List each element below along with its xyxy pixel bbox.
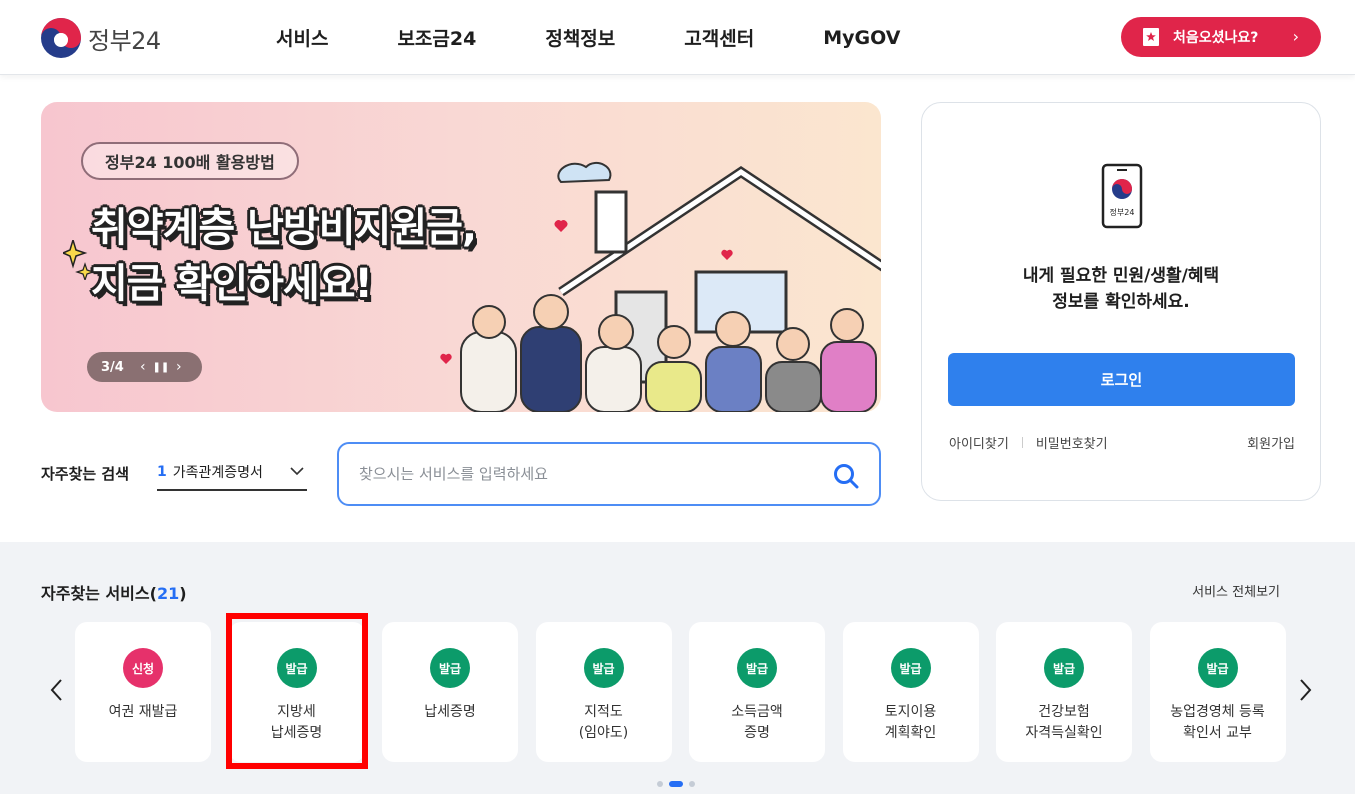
service-card-label: 지방세 납세증명 bbox=[270, 704, 323, 741]
nav-item-customer-center[interactable]: 고객센터 bbox=[684, 24, 754, 51]
issue-badge: 발급 bbox=[583, 648, 624, 688]
service-card-label: 소득금액 증명 bbox=[731, 704, 783, 741]
carousel-dots bbox=[657, 781, 695, 787]
first-visit-label: 처음오셨나요? bbox=[1173, 30, 1259, 46]
search-box bbox=[337, 442, 881, 506]
banner-illustration bbox=[440, 161, 881, 412]
service-card-cadastral-map[interactable]: 발급 지적도 (임야도) bbox=[535, 622, 672, 762]
service-card-local-tax-certificate[interactable]: 발급 지방세 납세증명 bbox=[228, 622, 365, 762]
carousel-dot[interactable] bbox=[669, 781, 683, 787]
issue-badge: 발급 bbox=[890, 648, 931, 688]
mobile-icon-caption: 정부24 bbox=[1110, 207, 1135, 217]
divider bbox=[1021, 437, 1023, 448]
service-card-health-insurance[interactable]: 발급 건강보험 자격득실확인 bbox=[996, 622, 1132, 762]
account-links: 아이디찾기 비밀번호찾기 회원가입 bbox=[949, 433, 1295, 452]
service-card-farm-registration[interactable]: 발급 농업경영체 등록 확인서 교부 bbox=[1149, 622, 1286, 762]
service-card-label: 납세증명 bbox=[424, 704, 476, 720]
carousel-dot[interactable] bbox=[657, 781, 663, 787]
service-card-label: 여권 재발급 bbox=[108, 704, 178, 720]
logo-text: 정부24 bbox=[88, 26, 161, 55]
issue-badge: 발급 bbox=[1044, 648, 1084, 688]
issue-badge: 발급 bbox=[430, 648, 470, 688]
search-input[interactable] bbox=[359, 460, 819, 488]
service-card-label: 건강보험 자격득실확인 bbox=[1025, 704, 1103, 741]
issue-badge: 발급 bbox=[1197, 648, 1238, 688]
nav-item-mygov[interactable]: MyGOV bbox=[823, 27, 900, 49]
banner-pager: 3/4 ‹ ❚❚ › bbox=[87, 352, 202, 382]
nav-item-policy-info[interactable]: 정책정보 bbox=[545, 24, 615, 51]
service-card-tax-payment-certificate[interactable]: 발급 납세증명 bbox=[382, 622, 518, 762]
pager-count: 3/4 bbox=[101, 359, 124, 375]
section-title: 자주찾는 서비스(21) bbox=[41, 580, 187, 604]
chevron-down-icon bbox=[290, 467, 304, 476]
mobile-gov24-icon: 정부24 bbox=[1101, 163, 1143, 229]
sign-up-link[interactable]: 회원가입 bbox=[1247, 433, 1295, 452]
chevron-left-icon[interactable] bbox=[47, 678, 67, 702]
nav-item-services[interactable]: 서비스 bbox=[276, 24, 328, 51]
service-card-list: 신청 여권 재발급 발급 지방세 납세증명 발급 납세증명 발급 지적도 (임야… bbox=[75, 622, 1303, 762]
chevron-right-icon: › bbox=[1292, 27, 1299, 46]
service-card-label: 토지이용 계획확인 bbox=[884, 704, 937, 741]
apply-badge: 신청 bbox=[123, 648, 163, 688]
view-all-services-link[interactable]: 서비스 전체보기 bbox=[1192, 581, 1280, 600]
promo-banner[interactable]: 정부24 100배 활용방법 취약계층 난방비지원금, 지금 확인하세요! 3/… bbox=[41, 102, 881, 412]
site-header: 정부24 서비스 보조금24 정책정보 고객센터 MyGOV 처음오셨나요? › bbox=[0, 0, 1355, 75]
frequent-search-dropdown[interactable]: 1 가족관계증명서 bbox=[157, 455, 307, 491]
main-nav: 서비스 보조금24 정책정보 고객센터 MyGOV bbox=[276, 0, 969, 75]
frequent-search-label: 자주찾는 검색 bbox=[41, 465, 130, 483]
login-message: 내게 필요한 민원/생활/혜택 정보를 확인하세요. bbox=[1022, 266, 1220, 312]
service-card-passport-reissue[interactable]: 신청 여권 재발급 bbox=[75, 622, 211, 762]
service-card-income-certificate[interactable]: 발급 소득금액 증명 bbox=[689, 622, 825, 762]
section-title-end: ) bbox=[179, 584, 187, 603]
frequent-services-section: 자주찾는 서비스(21) 서비스 전체보기 신청 여권 재발급 발급 지방세 납… bbox=[0, 542, 1355, 794]
service-card-label: 지적도 (임야도) bbox=[578, 704, 629, 741]
issue-badge: 발급 bbox=[737, 648, 777, 688]
pause-icon[interactable]: ❚❚ bbox=[152, 362, 170, 373]
nav-item-subsidy24[interactable]: 보조금24 bbox=[397, 24, 476, 51]
first-visit-button[interactable]: 처음오셨나요? › bbox=[1121, 17, 1321, 57]
taeguk-logo-icon bbox=[41, 18, 81, 58]
search-icon[interactable] bbox=[833, 463, 859, 489]
section-title-text: 자주찾는 서비스( bbox=[41, 584, 157, 603]
gov24-logo[interactable]: 정부24 bbox=[40, 17, 161, 59]
service-count: 21 bbox=[156, 584, 180, 603]
banner-tag: 정부24 100배 활용방법 bbox=[81, 142, 299, 180]
prev-slide-icon[interactable]: ‹ bbox=[134, 359, 152, 375]
issue-badge: 발급 bbox=[276, 648, 317, 688]
bookmark-star-icon bbox=[1143, 28, 1159, 46]
login-button[interactable]: 로그인 bbox=[948, 353, 1295, 406]
frequent-search-term: 가족관계증명서 bbox=[172, 465, 263, 481]
carousel-dot[interactable] bbox=[689, 781, 695, 787]
frequent-search-rank: 1 bbox=[157, 464, 167, 480]
next-slide-icon[interactable]: › bbox=[170, 359, 188, 375]
find-id-link[interactable]: 아이디찾기 bbox=[949, 433, 1009, 452]
find-password-link[interactable]: 비밀번호찾기 bbox=[1036, 433, 1108, 452]
service-card-label: 농업경영체 등록 확인서 교부 bbox=[1170, 704, 1265, 741]
service-card-land-use-plan[interactable]: 발급 토지이용 계획확인 bbox=[842, 622, 979, 762]
sparkle-icon bbox=[63, 240, 93, 280]
login-card: 정부24 내게 필요한 민원/생활/혜택 정보를 확인하세요. 로그인 아이디찾… bbox=[921, 102, 1321, 501]
